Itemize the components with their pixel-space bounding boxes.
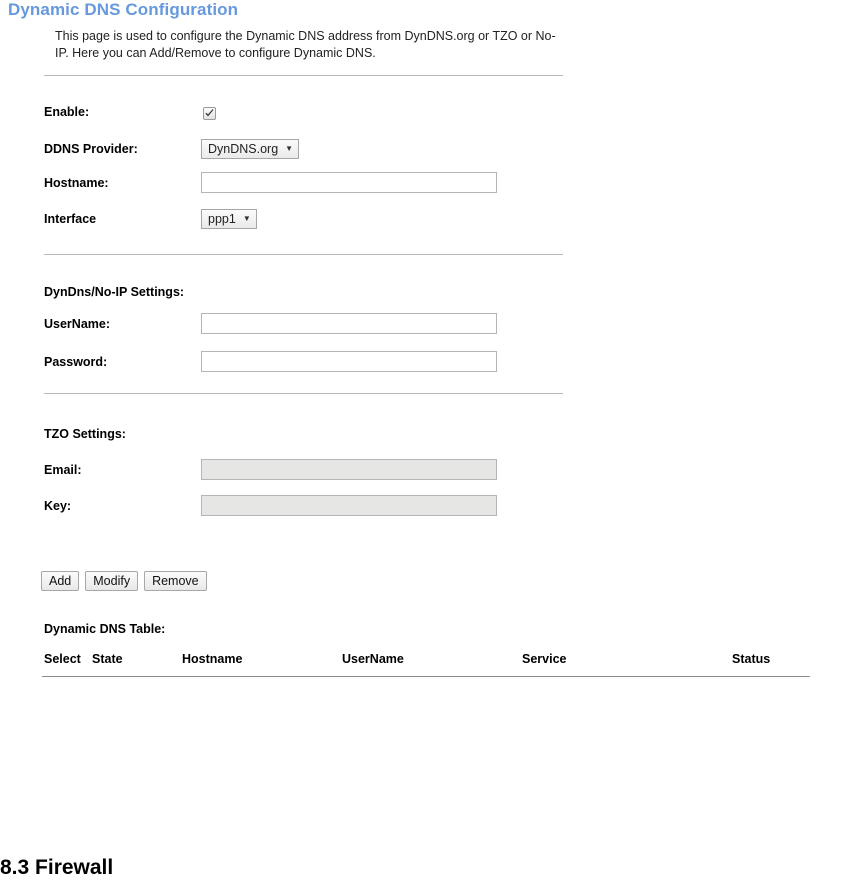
hostname-label: Hostname:: [44, 176, 109, 190]
column-header-hostname: Hostname: [182, 652, 243, 666]
email-label: Email:: [44, 463, 82, 477]
column-header-status: Status: [732, 652, 771, 666]
dynamic-dns-table: Select State Hostname UserName Service S…: [42, 650, 810, 677]
ddns-provider-select[interactable]: DynDNS.org ▼: [201, 139, 300, 159]
interface-value: ppp1: [208, 212, 236, 226]
password-label: Password:: [44, 355, 108, 369]
interface-select[interactable]: ppp1 ▼: [201, 209, 257, 229]
enable-label: Enable:: [44, 105, 90, 119]
table-caption: Dynamic DNS Table:: [44, 622, 166, 636]
tzo-section-heading: TZO Settings:: [44, 427, 126, 441]
chevron-down-icon: ▼: [242, 214, 251, 223]
password-input[interactable]: [201, 351, 497, 372]
interface-label: Interface: [44, 212, 97, 226]
table-header-row: Select State Hostname UserName Service S…: [42, 650, 810, 677]
email-input: [201, 459, 497, 480]
username-label: UserName:: [44, 317, 111, 331]
page-description: This page is used to configure the Dynam…: [55, 29, 556, 60]
modify-button[interactable]: Modify: [85, 571, 139, 591]
divider-middle: [44, 254, 563, 255]
checkmark-icon: [205, 109, 214, 117]
column-header-service: Service: [522, 652, 567, 666]
username-input[interactable]: [201, 313, 497, 334]
dyndns-section-heading: DynDns/No-IP Settings:: [44, 285, 185, 299]
column-header-state: State: [92, 652, 123, 666]
remove-button[interactable]: Remove: [144, 571, 207, 591]
enable-checkbox[interactable]: [203, 107, 216, 120]
divider-top: [44, 75, 563, 76]
column-header-username: UserName: [342, 652, 404, 666]
ddns-provider-value: DynDNS.org: [208, 142, 279, 156]
next-section-heading: 8.3 Firewall: [0, 856, 114, 879]
column-header-select: Select: [44, 652, 81, 666]
divider-bottom: [44, 393, 563, 394]
ddns-provider-label: DDNS Provider:: [44, 142, 138, 156]
hostname-input[interactable]: [201, 172, 497, 193]
add-button[interactable]: Add: [41, 571, 80, 591]
key-input: [201, 495, 497, 516]
action-button-row: Add Modify Remove: [41, 571, 207, 591]
key-label: Key:: [44, 499, 72, 513]
page-title: Dynamic DNS Configuration: [8, 0, 239, 19]
chevron-down-icon: ▼: [285, 144, 294, 153]
